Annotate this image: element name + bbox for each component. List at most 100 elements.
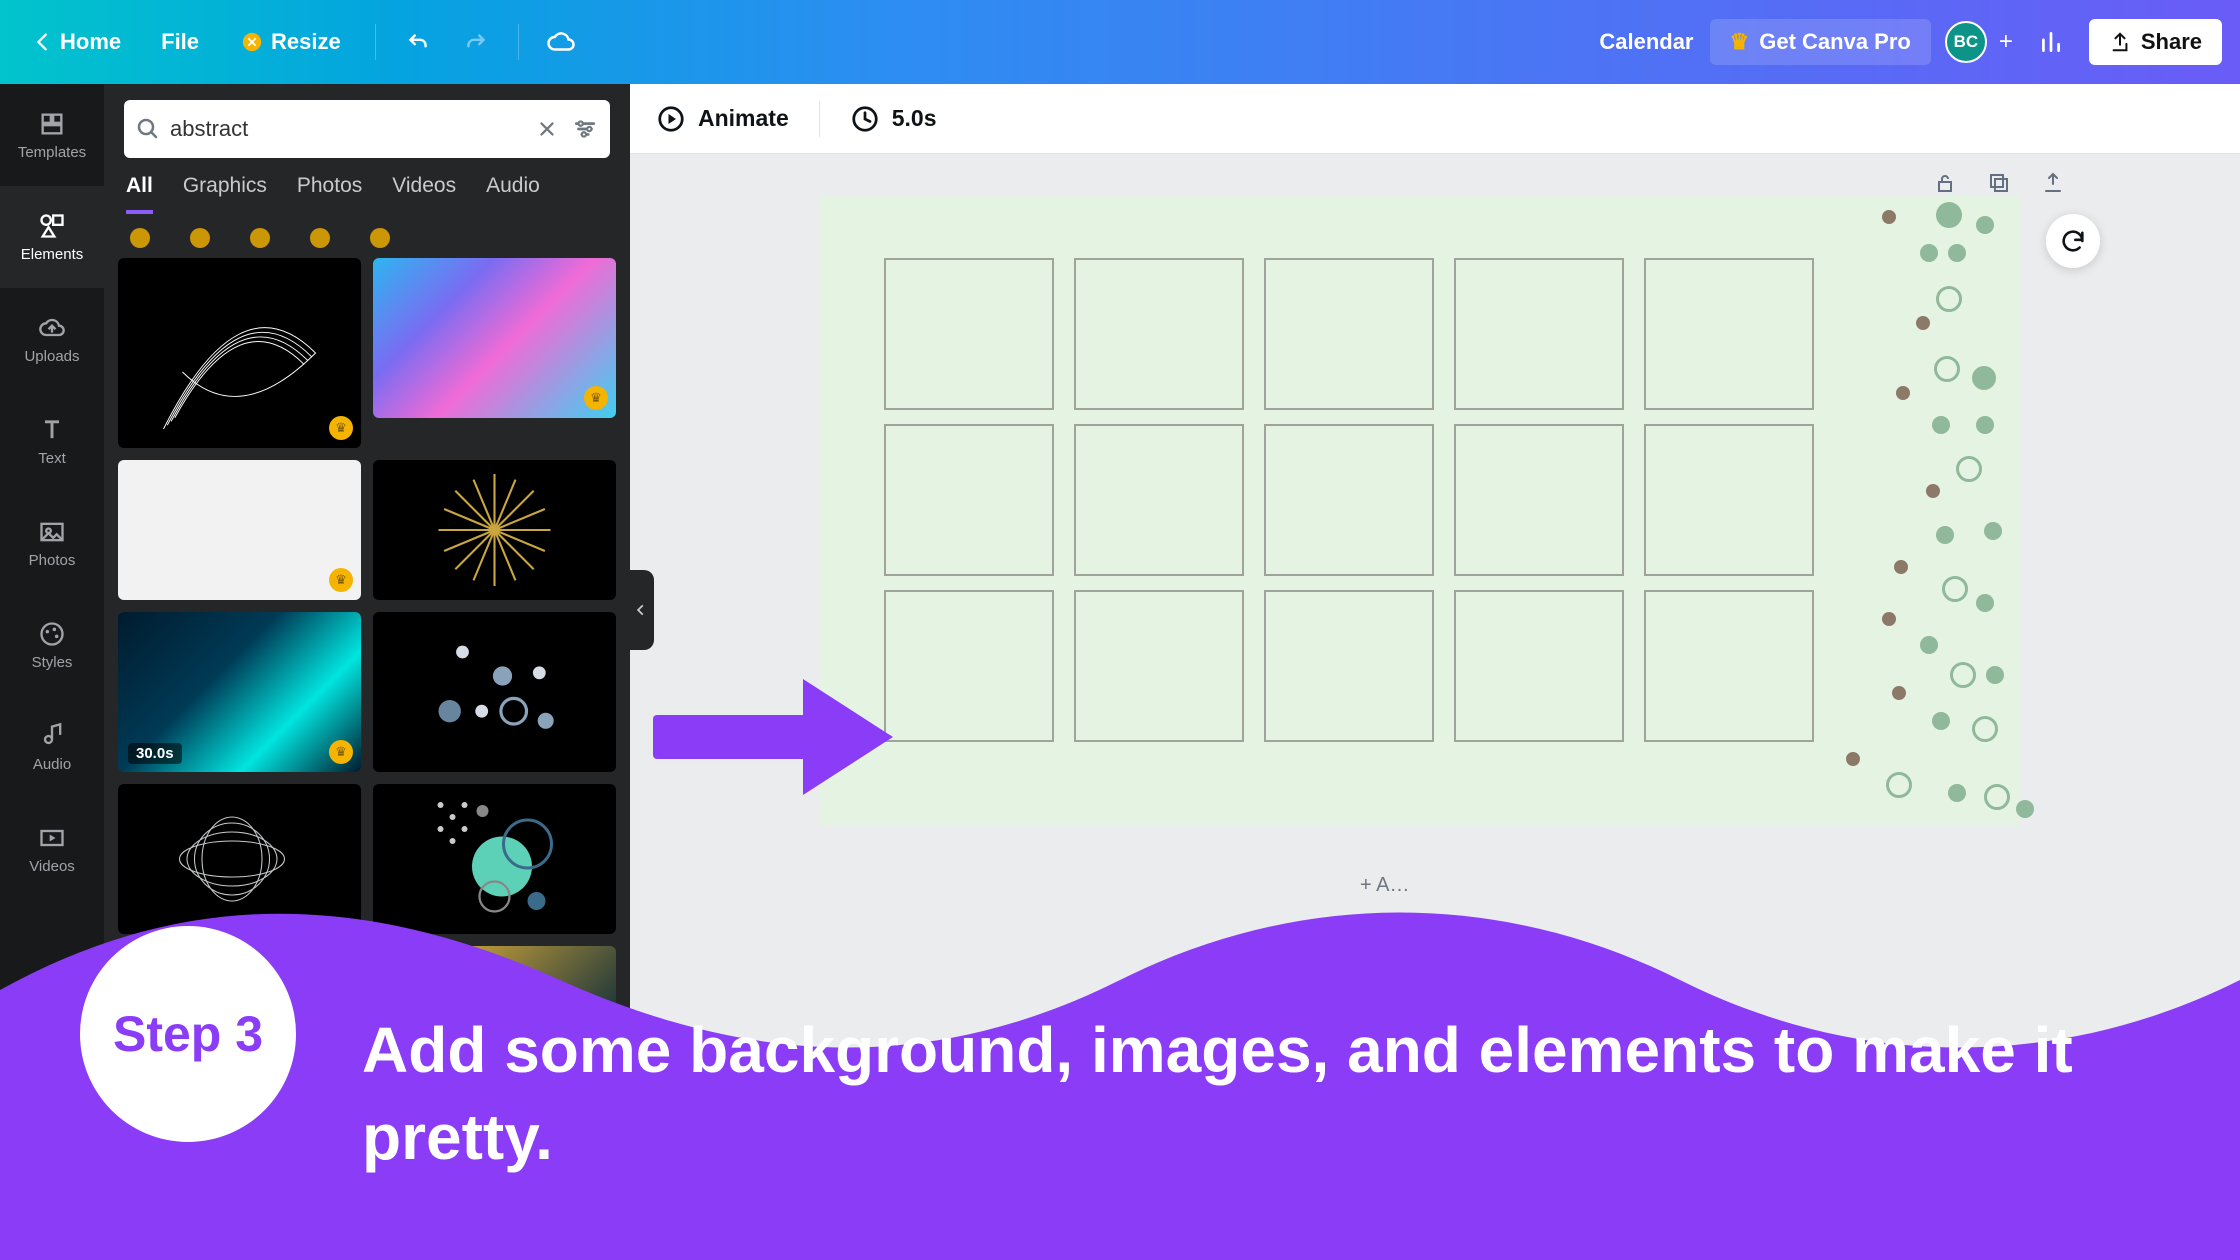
insights-button[interactable]: [2027, 18, 2075, 66]
context-toolbar: Animate 5.0s: [630, 84, 2240, 154]
grid-cell[interactable]: [1074, 258, 1244, 410]
pro-label: Get Canva Pro: [1759, 29, 1911, 55]
collapse-panel-button[interactable]: [628, 570, 654, 650]
search-input[interactable]: [170, 116, 526, 142]
file-button[interactable]: File: [145, 21, 215, 63]
nav-label: Uploads: [24, 348, 79, 365]
separator: [518, 24, 519, 60]
grid-cell[interactable]: [1454, 590, 1624, 742]
clear-search-button[interactable]: [536, 118, 558, 140]
crown-icon: [329, 740, 353, 764]
undo-button[interactable]: [394, 18, 442, 66]
nav-elements[interactable]: Elements: [0, 186, 104, 288]
grid-cell[interactable]: [884, 258, 1054, 410]
search-icon: [136, 117, 160, 141]
tab-audio[interactable]: Audio: [486, 174, 540, 214]
duplicate-button[interactable]: [1982, 166, 2016, 200]
step-label: Step 3: [113, 1005, 263, 1063]
refresh-button[interactable]: [2046, 214, 2100, 268]
search-box: [124, 100, 610, 158]
duration-button[interactable]: 5.0s: [850, 104, 937, 134]
filter-button[interactable]: [572, 116, 598, 142]
crown-icon: [329, 416, 353, 440]
export-button[interactable]: [2036, 166, 2070, 200]
grid-cell[interactable]: [1644, 424, 1814, 576]
crown-icon: [584, 386, 608, 410]
resize-label: Resize: [271, 29, 341, 55]
redo-button[interactable]: [452, 18, 500, 66]
cloud-icon: [546, 27, 576, 57]
nav-label: Photos: [29, 552, 76, 569]
text-icon: [38, 416, 66, 444]
share-button[interactable]: Share: [2089, 19, 2222, 65]
grid-cell[interactable]: [1264, 590, 1434, 742]
nav-label: Audio: [33, 756, 71, 773]
burst-graphic: [373, 460, 616, 600]
undo-icon: [405, 29, 431, 55]
elements-icon: [38, 212, 66, 240]
result-poly[interactable]: [373, 258, 616, 418]
dots-decoration: [1876, 196, 2026, 826]
tab-photos[interactable]: Photos: [297, 174, 362, 214]
animate-label: Animate: [698, 105, 789, 132]
refresh-icon: [2059, 227, 2087, 255]
grid-cells: [884, 258, 1814, 742]
nav-label: Elements: [21, 246, 84, 263]
templates-icon: [38, 110, 66, 138]
grid-cell[interactable]: [1074, 590, 1244, 742]
nav-label: Templates: [18, 144, 86, 161]
grid-cell[interactable]: [1644, 258, 1814, 410]
lock-button[interactable]: [1928, 166, 1962, 200]
animate-icon: [656, 104, 686, 134]
result-white[interactable]: [118, 460, 361, 600]
grid-cell[interactable]: [1264, 424, 1434, 576]
tab-videos[interactable]: Videos: [392, 174, 456, 214]
slide[interactable]: [820, 196, 2020, 826]
separator: [375, 24, 376, 60]
result-lightning[interactable]: 30.0s: [118, 612, 361, 772]
nav-templates[interactable]: Templates: [0, 84, 104, 186]
cloud-status[interactable]: [537, 18, 585, 66]
nav-photos[interactable]: Photos: [0, 492, 104, 594]
calendar-button[interactable]: Calendar: [1583, 21, 1709, 63]
canvas-actions: [1928, 166, 2070, 200]
nav-audio[interactable]: Audio: [0, 696, 104, 798]
swirl-graphic: [118, 258, 361, 448]
separator: [819, 101, 820, 137]
nav-label: Styles: [32, 654, 73, 671]
result-swirl[interactable]: [118, 258, 361, 448]
audio-icon: [38, 722, 66, 750]
grid-cell[interactable]: [1454, 258, 1624, 410]
share-label: Share: [2141, 29, 2202, 55]
video-duration: 30.0s: [128, 743, 182, 764]
clock-icon: [850, 104, 880, 134]
result-dots[interactable]: [373, 612, 616, 772]
tab-graphics[interactable]: Graphics: [183, 174, 267, 214]
grid-cell[interactable]: [1264, 258, 1434, 410]
unlock-icon: [1933, 171, 1957, 195]
nav-label: Text: [38, 450, 66, 467]
get-pro-button[interactable]: ♛ Get Canva Pro: [1710, 19, 1931, 65]
chevron-left-icon: [634, 603, 648, 617]
grid-cell[interactable]: [1644, 590, 1814, 742]
home-button[interactable]: Home: [18, 21, 135, 63]
styles-icon: [38, 620, 66, 648]
top-bar: Home File Resize Calendar ♛ Get Canva Pr…: [0, 0, 2240, 84]
redo-icon: [463, 29, 489, 55]
tab-all[interactable]: All: [126, 174, 153, 214]
step-text: Add some background, images, and element…: [362, 1007, 2180, 1180]
avatar[interactable]: BC: [1945, 21, 1987, 63]
nav-uploads[interactable]: Uploads: [0, 288, 104, 390]
nav-styles[interactable]: Styles: [0, 594, 104, 696]
grid-cell[interactable]: [884, 424, 1054, 576]
resize-icon: [241, 31, 263, 53]
grid-cell[interactable]: [1454, 424, 1624, 576]
duplicate-icon: [1987, 171, 2011, 195]
grid-cell[interactable]: [1074, 424, 1244, 576]
result-burst[interactable]: [373, 460, 616, 600]
add-collab-button[interactable]: +: [1991, 28, 2021, 56]
nav-text[interactable]: Text: [0, 390, 104, 492]
photos-icon: [38, 518, 66, 546]
animate-button[interactable]: Animate: [656, 104, 789, 134]
resize-button[interactable]: Resize: [225, 21, 357, 63]
